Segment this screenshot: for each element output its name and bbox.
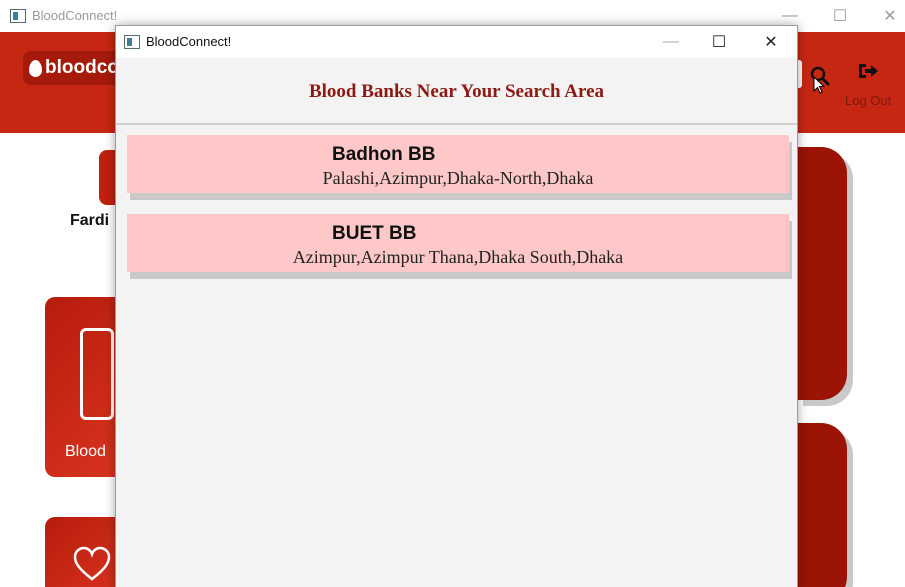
logo-text: bloodco: [45, 57, 119, 78]
bank-address: Azimpur,Azimpur Thana,Dhaka South,Dhaka: [292, 247, 624, 267]
page-title: Blood Banks Near Your Search Area: [308, 81, 605, 102]
bank-name: Badhon BB: [332, 144, 436, 165]
dialog-titlebar: BloodConnect! — ☐ ✕: [116, 26, 797, 58]
app-icon: [124, 35, 140, 49]
list-item[interactable]: BUET BB Azimpur,Azimpur Thana,Dhaka Sout…: [127, 214, 789, 272]
dialog-close-button[interactable]: ✕: [748, 26, 794, 58]
main-window-title: BloodConnect!: [32, 8, 118, 23]
main-maximize-button[interactable]: ☐: [825, 4, 855, 28]
dialog-maximize-button[interactable]: ☐: [696, 26, 742, 58]
side-card[interactable]: [797, 423, 847, 587]
user-name: Fardi: [70, 212, 110, 229]
blood-banks-dialog: BloodConnect! — ☐ ✕ Blood Banks Near You…: [115, 25, 798, 587]
heart-icon: [73, 546, 111, 581]
logout-icon[interactable]: [857, 60, 879, 82]
blood-drop-icon: [29, 59, 42, 77]
main-close-button[interactable]: ✕: [875, 4, 905, 28]
side-card[interactable]: [797, 147, 847, 400]
app-icon: [10, 9, 26, 23]
phone-icon: [80, 328, 114, 420]
dialog-title: BloodConnect!: [146, 34, 232, 49]
bank-name: BUET BB: [332, 223, 417, 244]
divider: [116, 123, 797, 125]
list-item[interactable]: Badhon BB Palashi,Azimpur,Dhaka-North,Dh…: [127, 135, 789, 193]
desktop: BloodConnect! — ☐ ✕ bloodco Log Out Fard…: [0, 0, 905, 587]
bank-address: Palashi,Azimpur,Dhaka-North,Dhaka: [322, 168, 594, 188]
dialog-minimize-button[interactable]: —: [648, 26, 694, 58]
mouse-cursor-icon: [813, 76, 825, 94]
card-label: Blood: [65, 443, 106, 460]
logout-label[interactable]: Log Out: [845, 93, 891, 108]
